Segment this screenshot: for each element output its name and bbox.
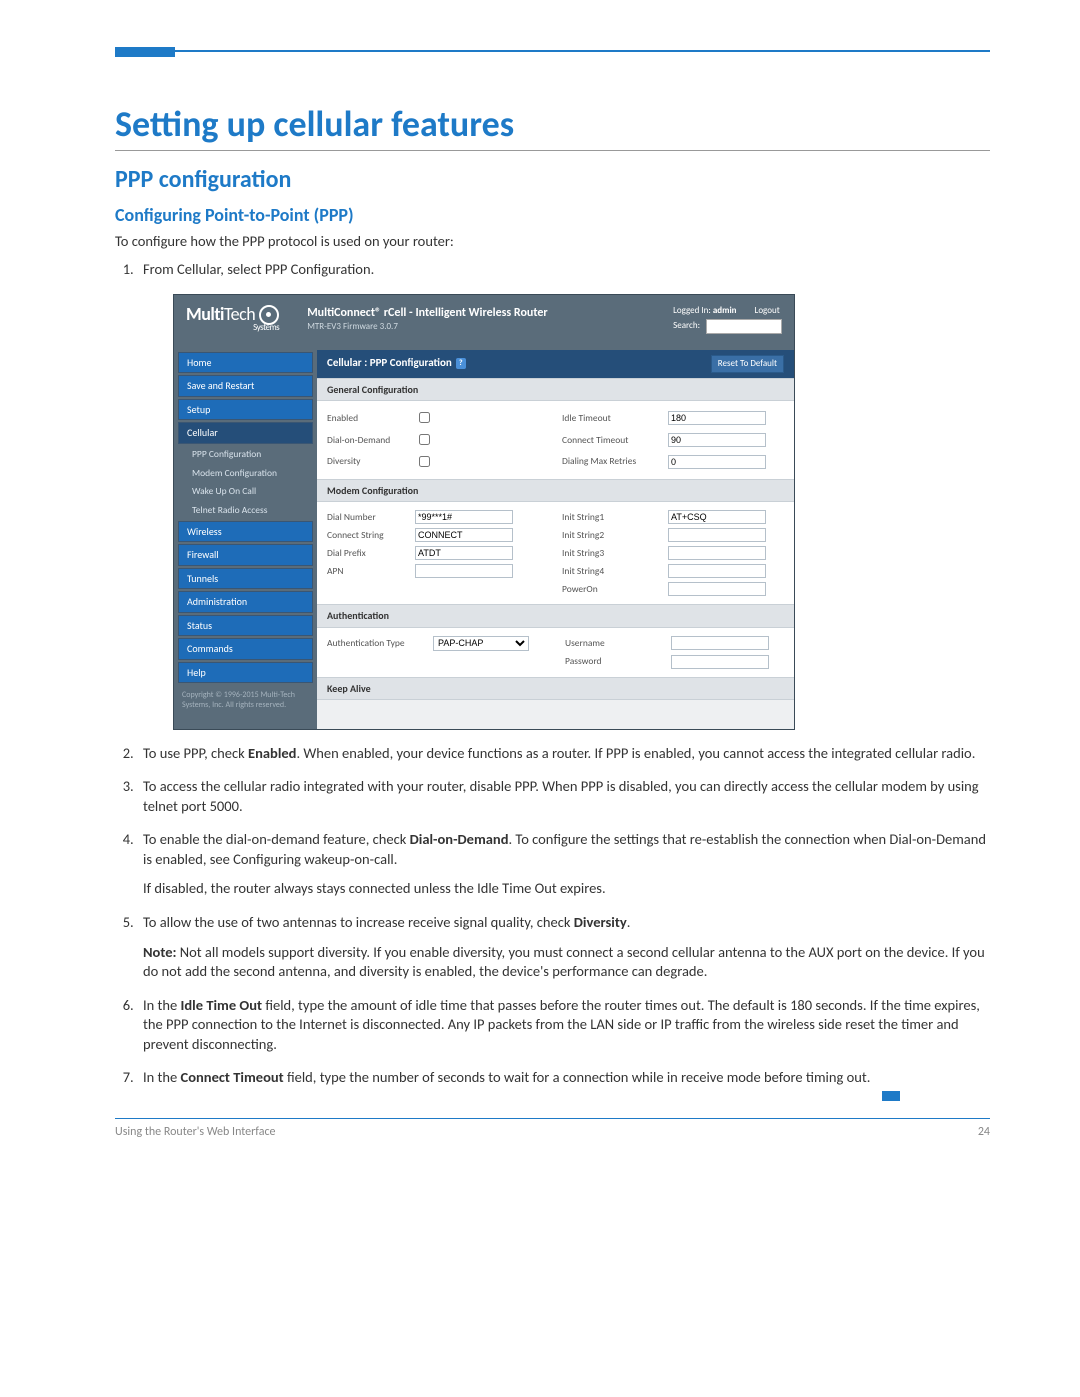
step-7: In the Connect Timeout field, type the n… [137,1068,990,1088]
label-enabled: Enabled [327,412,409,425]
footer-marker [882,1091,900,1101]
username-input[interactable] [671,636,769,650]
copyright: Copyright © 1996-2015 Multi-Tech Systems… [178,685,313,716]
heading-3: Configuring Point-to-Point (PPP) [115,204,990,226]
step-5: To allow the use of two antennas to incr… [137,913,990,982]
password-input[interactable] [671,655,769,669]
page-top-rule [115,50,990,52]
search-input[interactable] [706,319,782,334]
label-init1: Init String1 [562,511,662,524]
help-icon[interactable]: ? [456,358,466,369]
auth-type-select[interactable]: PAP-CHAP [433,636,529,651]
nav-cellular[interactable]: Cellular [178,422,313,444]
step-6: In the Idle Time Out field, type the amo… [137,996,990,1055]
init1-input[interactable] [668,510,766,524]
nav-status[interactable]: Status [178,615,313,637]
nav-save-restart[interactable]: Save and Restart [178,375,313,397]
heading-1: Setting up cellular features [115,102,990,151]
label-dial-number: Dial Number [327,511,409,524]
max-retries-input[interactable] [668,455,766,469]
dial-prefix-input[interactable] [415,546,513,560]
login-block: Logged In: admin Logout Search: [673,305,782,334]
label-init4: Init String4 [562,565,662,578]
section-keepalive: Keep Alive [317,677,794,701]
reset-to-default-button[interactable]: Reset To Default [711,355,784,373]
screenshot-router-ui: MultiTech Systems MultiConnect® rCell - … [173,294,795,730]
label-apn: APN [327,565,409,578]
label-auth-type: Authentication Type [327,637,427,650]
label-idle-timeout: Idle Timeout [562,412,662,425]
enabled-checkbox[interactable] [419,412,430,423]
section-general: General Configuration [317,378,794,402]
nav-telnet-radio[interactable]: Telnet Radio Access [178,502,313,519]
nav-firewall[interactable]: Firewall [178,544,313,566]
nav-commands[interactable]: Commands [178,638,313,660]
nav-help[interactable]: Help [178,662,313,684]
steps-list: From Cellular, select PPP Configuration.… [137,260,990,1088]
nav-modem-config[interactable]: Modem Configuration [178,465,313,482]
logo: MultiTech Systems [186,305,279,333]
label-dial-prefix: Dial Prefix [327,547,409,560]
connect-timeout-input[interactable] [668,433,766,447]
poweron-input[interactable] [668,582,766,596]
titlebar: Cellular : PPP Configuration ? Reset To … [317,350,794,378]
nav-wake-on-call[interactable]: Wake Up On Call [178,483,313,500]
step-3: To access the cellular radio integrated … [137,777,990,816]
nav-ppp-config[interactable]: PPP Configuration [178,446,313,463]
section-modem: Modem Configuration [317,479,794,503]
label-max-retries: Dialing Max Retries [562,455,662,468]
label-init3: Init String3 [562,547,662,560]
step-1: From Cellular, select PPP Configuration.… [137,260,990,730]
product-title: MultiConnect® rCell - Intelligent Wirele… [307,305,548,333]
init4-input[interactable] [668,564,766,578]
label-dod: Dial-on-Demand [327,434,409,447]
nav-tunnels[interactable]: Tunnels [178,568,313,590]
nav-wireless[interactable]: Wireless [178,521,313,543]
step-2: To use PPP, check Enabled. When enabled,… [137,744,990,764]
footer: Using the Router's Web Interface 24 [115,1118,990,1139]
init3-input[interactable] [668,546,766,560]
label-init2: Init String2 [562,529,662,542]
nav-home[interactable]: Home [178,352,313,374]
section-auth: Authentication [317,604,794,628]
main-panel: Cellular : PPP Configuration ? Reset To … [317,350,794,729]
label-connect-string: Connect String [327,529,409,542]
step-1-text: From Cellular, select PPP Configuration. [143,260,374,278]
nav-administration[interactable]: Administration [178,591,313,613]
step-4: To enable the dial-on-demand feature, ch… [137,830,990,899]
connect-string-input[interactable] [415,528,513,542]
diversity-checkbox[interactable] [419,456,430,467]
dod-checkbox[interactable] [419,434,430,445]
heading-2: PPP configuration [115,165,990,194]
label-password: Password [565,655,665,668]
footer-left: Using the Router's Web Interface [115,1125,276,1139]
label-poweron: PowerOn [562,583,662,596]
intro-text: To configure how the PPP protocol is use… [115,232,990,250]
apn-input[interactable] [415,564,513,578]
dial-number-input[interactable] [415,510,513,524]
logout-link[interactable]: Logout [755,305,780,316]
idle-timeout-input[interactable] [668,411,766,425]
label-diversity: Diversity [327,455,409,468]
nav-setup[interactable]: Setup [178,399,313,421]
sidebar: Home Save and Restart Setup Cellular PPP… [174,350,317,729]
label-username: Username [565,637,665,650]
page-number: 24 [978,1125,990,1139]
label-connect-timeout: Connect Timeout [562,434,662,447]
init2-input[interactable] [668,528,766,542]
shot-header: MultiTech Systems MultiConnect® rCell - … [174,295,794,350]
